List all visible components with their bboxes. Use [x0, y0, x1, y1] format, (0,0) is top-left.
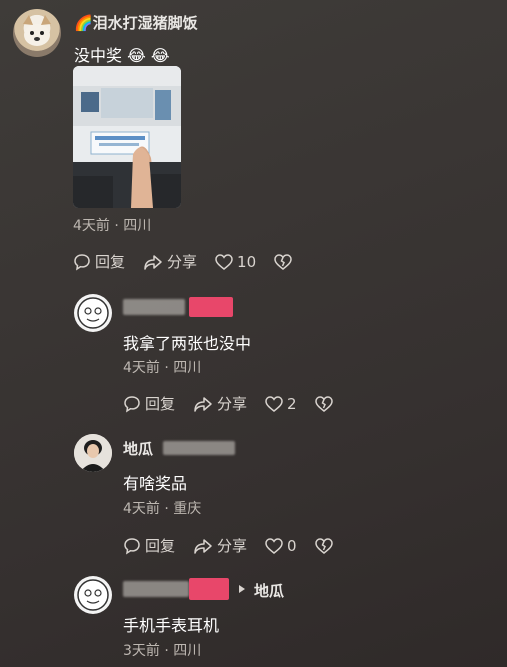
like-count: 0: [287, 536, 297, 555]
reply-button[interactable]: 回复: [123, 535, 175, 556]
reply-icon: [124, 537, 140, 555]
blurred-username: [123, 299, 185, 315]
comment-username[interactable]: 🌈泪水打湿猪脚饭: [74, 12, 198, 33]
broken-heart-icon: [274, 253, 292, 270]
like-count: 2: [287, 394, 297, 413]
comment-photo[interactable]: [73, 66, 181, 208]
user-badge: [189, 297, 233, 317]
reply-icon: [124, 395, 140, 413]
reply-avatar[interactable]: [74, 294, 112, 332]
reply-label: 回复: [145, 537, 176, 555]
reply-text: 有啥奖品: [123, 474, 188, 493]
reply-to-username[interactable]: 地瓜: [254, 580, 284, 601]
user-badge: [189, 578, 229, 600]
reply-username[interactable]: 地瓜: [123, 438, 153, 459]
like-count: 10: [237, 252, 257, 271]
share-button[interactable]: 分享: [143, 251, 197, 272]
reply-meta: 3天前 · 四川: [123, 643, 202, 659]
reply-button[interactable]: 回复: [73, 251, 125, 272]
blurred-reply-target: [163, 441, 235, 455]
broken-heart-icon: [314, 395, 333, 412]
comment-actions: 回复 分享 10: [73, 251, 314, 272]
reply-label: 回复: [95, 253, 126, 271]
reply-meta: 4天前 · 四川: [123, 360, 202, 376]
reply-avatar[interactable]: [74, 576, 112, 614]
comment-meta: 4天前 · 四川: [73, 218, 152, 234]
share-label: 分享: [217, 395, 248, 413]
broken-heart-icon: [314, 537, 333, 554]
reply-text: 手机手表耳机: [123, 616, 220, 635]
heart-icon: [215, 253, 233, 270]
reply-icon: [74, 253, 90, 271]
share-icon: [144, 254, 162, 270]
reply-meta: 4天前 · 重庆: [123, 501, 202, 517]
share-icon: [194, 538, 212, 554]
like-button[interactable]: 10: [215, 253, 256, 271]
reply-button[interactable]: 回复: [123, 393, 175, 414]
user-avatar[interactable]: [13, 9, 61, 57]
heart-icon: [265, 395, 283, 412]
heart-icon: [265, 537, 283, 554]
like-button[interactable]: 2: [265, 395, 297, 413]
share-button[interactable]: 分享: [193, 535, 247, 556]
share-label: 分享: [167, 253, 198, 271]
share-label: 分享: [217, 537, 248, 555]
triangle-right-icon: [239, 585, 245, 593]
reply-actions: 回复 分享 2: [123, 393, 355, 414]
reply-label: 回复: [145, 395, 176, 413]
comment-text: 没中奖 😂 😂: [74, 46, 170, 65]
share-icon: [194, 396, 212, 412]
dislike-button[interactable]: [314, 395, 337, 412]
reply-actions: 回复 分享 0: [123, 535, 355, 556]
share-button[interactable]: 分享: [193, 393, 247, 414]
reply-text: 我拿了两张也没中: [123, 334, 252, 353]
like-button[interactable]: 0: [265, 537, 297, 555]
dislike-button[interactable]: [314, 537, 337, 554]
dislike-button[interactable]: [274, 253, 296, 270]
blurred-username: [123, 581, 189, 597]
reply-avatar[interactable]: [74, 434, 112, 472]
